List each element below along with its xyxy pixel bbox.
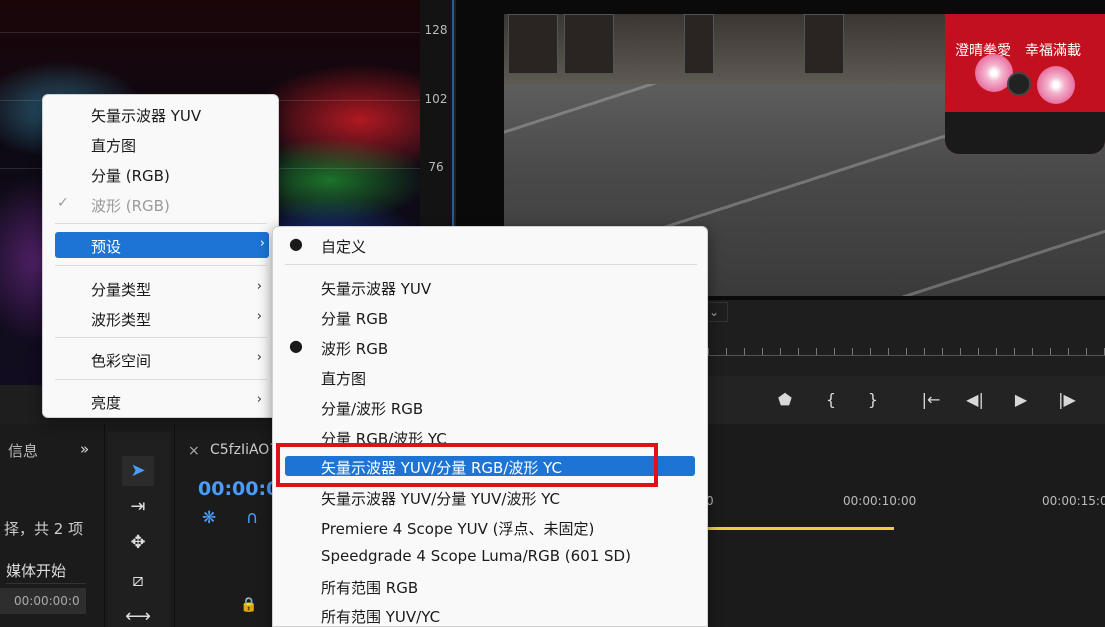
step-forward-button[interactable]: |▶: [1054, 388, 1080, 412]
play-button[interactable]: ▶: [1008, 388, 1034, 412]
menu-divider: [55, 337, 267, 338]
step-back-button[interactable]: ◀|: [962, 388, 988, 412]
track-select-tool[interactable]: ⇥: [122, 492, 154, 522]
selected-bullet-icon: ●: [289, 336, 303, 355]
slip-tool[interactable]: ⟷: [122, 602, 154, 627]
snap-icon[interactable]: ❋: [202, 508, 216, 528]
preset-item[interactable]: 分量 RGB: [273, 304, 707, 330]
scope-gridline: [0, 32, 420, 33]
close-sequence-icon[interactable]: ×: [188, 443, 200, 459]
sequence-tab[interactable]: C5fzIiAO7: [210, 442, 278, 458]
preset-item[interactable]: 直方图: [273, 364, 707, 390]
presets-submenu: ● 自定义 矢量示波器 YUV 分量 RGB ● 波形 RGB 直方图 分量/波…: [272, 226, 708, 627]
chevron-right-icon: ›: [256, 279, 262, 294]
chevron-right-icon: ›: [256, 350, 262, 365]
ripple-edit-tool[interactable]: ✥: [122, 528, 154, 558]
mark-in-button[interactable]: {: [818, 388, 844, 412]
preset-item-custom[interactable]: ● 自定义: [273, 232, 707, 258]
premiere-window: 128 102 76 澄晴拳愛 幸福滿載 ⌄ ⬟ { } |← ◀| ▶ |▶ …: [0, 0, 1105, 627]
shopfront: [804, 14, 844, 74]
tram-bumper: [945, 112, 1105, 154]
linked-selection-icon[interactable]: ∩: [246, 508, 258, 528]
menu-item-parade-rgb[interactable]: 分量 (RGB): [43, 161, 278, 187]
preset-item[interactable]: Premiere 4 Scope YUV (浮点、未固定): [273, 514, 707, 540]
more-panels-button[interactable]: »: [80, 440, 89, 458]
preset-item-highlighted[interactable]: 矢量示波器 YUV/分量 RGB/波形 YC: [285, 456, 695, 477]
work-area-bar[interactable]: [708, 527, 894, 530]
preset-item[interactable]: ● 波形 RGB: [273, 334, 707, 360]
preset-item[interactable]: 矢量示波器 YUV/分量 YUV/波形 YC: [273, 484, 707, 510]
tram-sign: 澄晴拳愛 幸福滿載: [955, 43, 1081, 59]
media-start-cell: 00:00:00:0: [0, 588, 86, 614]
timeline-ruler-label: 00:00:15:0: [1042, 494, 1105, 508]
menu-item-vectorscope-yuv[interactable]: 矢量示波器 YUV: [43, 101, 278, 127]
selection-count: 择，共 2 项: [4, 520, 84, 538]
panel-divider: [174, 424, 175, 627]
shopfront: [564, 14, 614, 74]
menu-item-waveform-rgb[interactable]: ✓ 波形 (RGB): [43, 191, 278, 217]
menu-item-brightness[interactable]: 亮度 ›: [43, 388, 278, 414]
menu-item-histogram[interactable]: 直方图: [43, 131, 278, 157]
selected-bullet-icon: ●: [289, 234, 303, 253]
menu-item-waveform-type[interactable]: 波形类型 ›: [43, 305, 278, 331]
menu-divider: [285, 264, 697, 265]
chevron-right-icon: ›: [256, 392, 262, 407]
shopfront: [684, 14, 714, 74]
shopfront: [508, 14, 558, 74]
selection-tool[interactable]: ➤: [122, 456, 154, 486]
preset-item[interactable]: Speedgrade 4 Scope Luma/RGB (601 SD): [273, 543, 707, 569]
scale-tick-label: 102: [424, 92, 448, 106]
sequence-timecode[interactable]: 00:00:0: [198, 478, 279, 500]
preset-item[interactable]: 矢量示波器 YUV: [273, 274, 707, 300]
tools-panel: ➤ ⇥ ✥ ⧄ ⟷: [108, 432, 170, 627]
add-marker-button[interactable]: ⬟: [772, 388, 798, 412]
transport-controls: ⬟ { } |← ◀| ▶ |▶: [700, 376, 1105, 424]
panel-divider: [104, 424, 105, 627]
scale-tick-label: 76: [428, 160, 444, 174]
scale-tick-label: 128: [424, 23, 448, 37]
go-to-in-button[interactable]: |←: [918, 388, 944, 412]
preset-item[interactable]: 所有范围 YUV/YC: [273, 602, 707, 627]
flower-decoration: [1037, 66, 1075, 104]
preset-item[interactable]: 分量 RGB/波形 YC: [273, 424, 707, 450]
tram-headlight: [1007, 72, 1031, 96]
column-header-media-start[interactable]: 媒体开始: [6, 560, 86, 584]
menu-divider: [55, 379, 267, 380]
preset-item[interactable]: 分量/波形 RGB: [273, 394, 707, 420]
mark-out-button[interactable]: }: [860, 388, 886, 412]
program-time-ruler[interactable]: [708, 336, 1105, 356]
chevron-right-icon: ›: [256, 309, 262, 324]
menu-divider: [55, 223, 267, 224]
menu-divider: [55, 265, 267, 266]
preset-item[interactable]: 所有范围 RGB: [273, 573, 707, 599]
tab-info[interactable]: 信息: [8, 440, 38, 461]
chevron-right-icon: ›: [259, 236, 265, 251]
checkmark-icon: ✓: [57, 195, 69, 211]
menu-item-color-space[interactable]: 色彩空间 ›: [43, 346, 278, 372]
razor-tool[interactable]: ⧄: [122, 566, 154, 596]
scope-context-menu: 矢量示波器 YUV 直方图 分量 (RGB) ✓ 波形 (RGB) 预设 › 分…: [42, 94, 279, 418]
tram: 澄晴拳愛 幸福滿載: [945, 14, 1105, 154]
menu-item-parade-type[interactable]: 分量类型 ›: [43, 275, 278, 301]
timeline-ruler-label: 00:00:10:00: [843, 494, 917, 508]
menu-item-presets[interactable]: 预设 ›: [55, 232, 269, 258]
lock-icon[interactable]: 🔒: [240, 597, 257, 613]
